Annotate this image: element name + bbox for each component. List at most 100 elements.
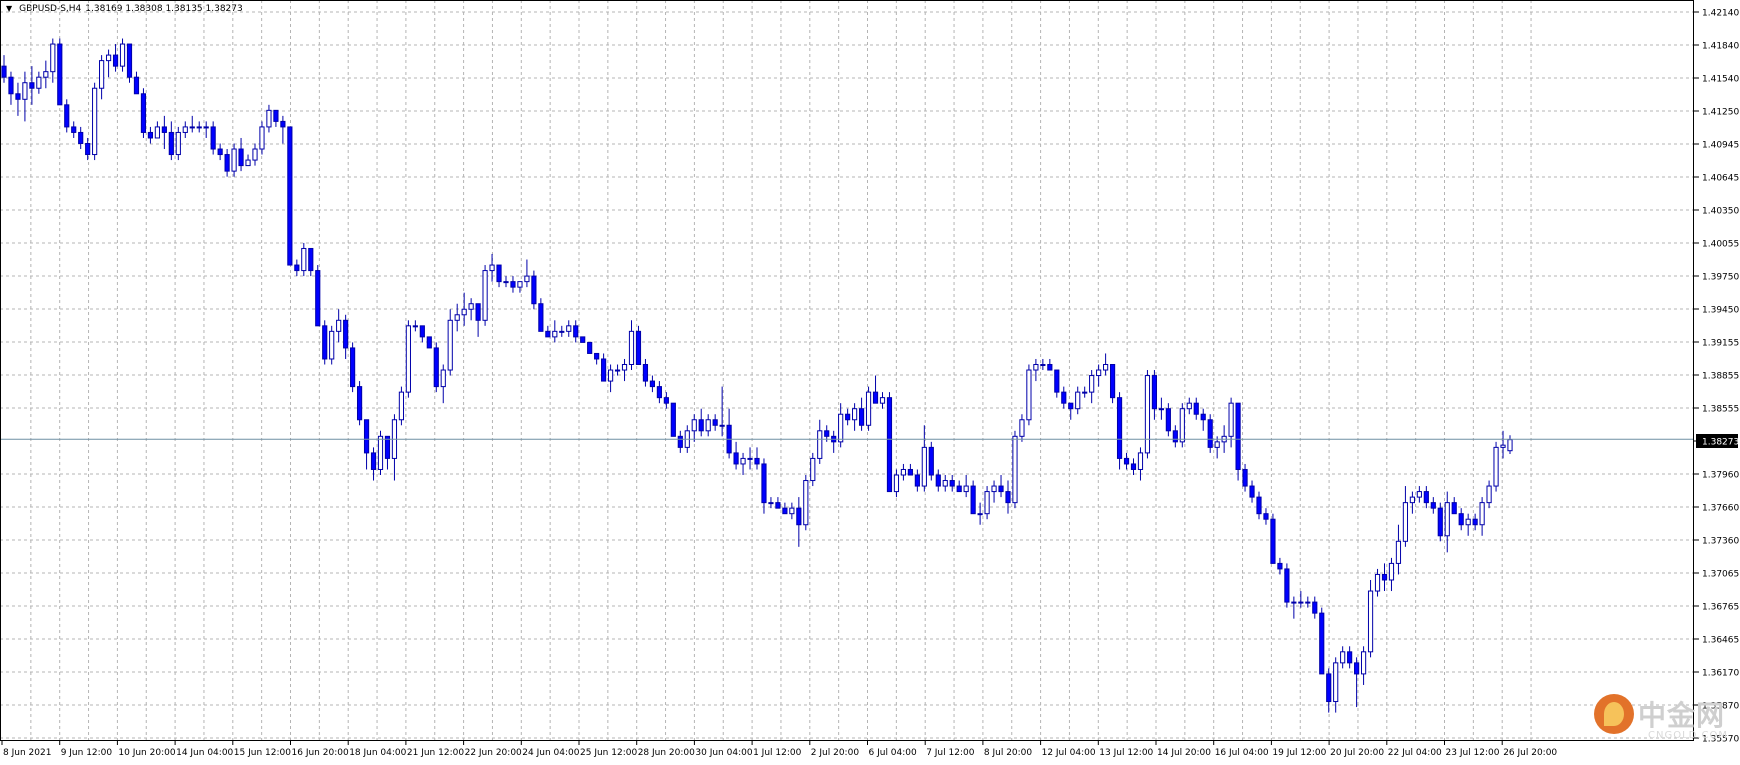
candle-body-bull [36,76,42,89]
candle-body-bear [1451,502,1457,515]
logo-drop-icon [1604,702,1624,726]
time-label: 6 Jul 04:00 [869,748,918,758]
candle-body-bull [92,87,98,156]
candle-body-bear [573,325,579,338]
candle-body-bull [614,369,621,372]
candle-body-bear [64,104,70,128]
candle-body-bear [1207,419,1213,448]
candle-body-bear [1249,485,1255,498]
candle-body-bull [43,71,49,78]
candle-body-bear [1326,673,1332,703]
candle-body-bear [1005,491,1011,504]
candle-body-bull [566,325,572,332]
candle-body-bear [1047,364,1053,371]
candle-body-bull [105,54,112,62]
time-label: 22 Jul 04:00 [1388,748,1442,758]
candle-body-bear [78,131,84,144]
candle-body-bull [789,507,795,515]
time-label: 28 Jun 20:00 [638,748,695,758]
candle-body-bear [907,468,913,476]
candle-body-bull [1409,496,1415,504]
candle-body-bear [294,264,300,272]
time-label: 24 Jun 04:00 [522,748,579,758]
chart-window[interactable]: ▼ GBPUSD-S,H4 1.38169 1.38308 1.38135 1.38… [0,0,1740,765]
time-label: 14 Jul 20:00 [1157,748,1211,758]
candle-body-bull [182,126,188,133]
candle-body-bull [621,364,628,371]
price-label: 1.40945 [1702,141,1739,151]
candle-body-bull [50,43,56,73]
candle-body-bear [1423,491,1429,504]
price-label: 1.37960 [1702,471,1739,481]
candle-body-bull [440,369,446,388]
candle-body-bull [900,468,907,476]
candle-body-bull [1026,369,1032,421]
price-label: 1.39155 [1702,339,1739,349]
candle-body-bear [928,446,934,476]
price-chart[interactable]: 1.42140 1.41840 1.41540 1.41250 1.40945 1.406… [0,0,1740,765]
candle-body-bear [670,402,676,437]
candle-body-bull [942,480,948,487]
candle-body-bull [454,314,460,321]
candle-body-bull [921,446,927,487]
price-label: 1.36765 [1702,603,1739,613]
candle-body-bull [1507,439,1513,452]
time-label: 19 Jul 12:00 [1272,748,1326,758]
candle-body-bull [768,502,774,505]
price-label: 1.41840 [1702,42,1739,52]
candle-body-bear [133,76,140,95]
candle-body-bear [998,485,1004,493]
candle-body-bull [489,264,495,272]
candle-body-bear [1054,369,1060,393]
candle-body-bear [656,386,662,399]
price-label: 1.36170 [1702,669,1739,679]
candle-body-bull [1144,375,1151,454]
price-axis: 1.42140 1.41840 1.41540 1.41250 1.40945 1.406… [1694,9,1739,745]
price-label: 1.41250 [1702,108,1739,118]
candle-body-bull [252,148,258,161]
candle-body-bear [475,303,481,321]
candle-body-bear [1458,513,1464,526]
candle-body-bull [461,308,467,316]
candle-body-bull [747,457,753,460]
candle-body-bear [824,430,830,437]
price-label: 1.40645 [1702,174,1739,184]
candle-body-bull [1012,435,1018,504]
candle-body-bear [1354,662,1360,675]
candle-body-bull [1089,375,1095,393]
candle-body-bear [858,408,865,426]
candle-body-bear [1061,391,1067,404]
candle-body-bull [705,419,711,432]
candle-body-bear [273,109,279,122]
candle-body-bull [405,325,411,393]
price-label: 1.37360 [1702,537,1739,547]
candle-body-bear [126,43,133,78]
candle-body-bear [29,82,35,89]
candle-body-bull [559,330,565,333]
candle-body-bear [914,474,920,487]
time-label: 15 Jun 12:00 [234,748,291,758]
candle-body-bear [1,65,7,78]
candle-body-bear [112,54,119,67]
candle-body-bull [1340,651,1346,664]
time-label: 30 Jun 04:00 [695,748,752,758]
candle-body-bear [775,502,781,509]
candle-body-bear [1172,430,1178,443]
candle-body-bear [845,413,851,421]
candle-body-bull [719,424,725,427]
candle-body-bull [1395,540,1402,564]
candle-body-bull [879,397,886,404]
candle-body-bear [956,485,962,493]
candle-body-bull [1075,391,1081,410]
candle-body-bear [1116,397,1123,459]
candle-body-bull [189,126,195,129]
candle-body-bear [1200,413,1206,421]
candle-body-bear [322,325,328,360]
time-label: 7 Jul 12:00 [926,748,975,758]
candle-body-bull [231,148,237,172]
candle-body-bear [949,480,955,487]
candle-body-bull [1416,491,1422,498]
candle-body-bear [538,303,544,332]
candle-body-bear [531,275,537,305]
candle-body-bear [1193,402,1199,415]
